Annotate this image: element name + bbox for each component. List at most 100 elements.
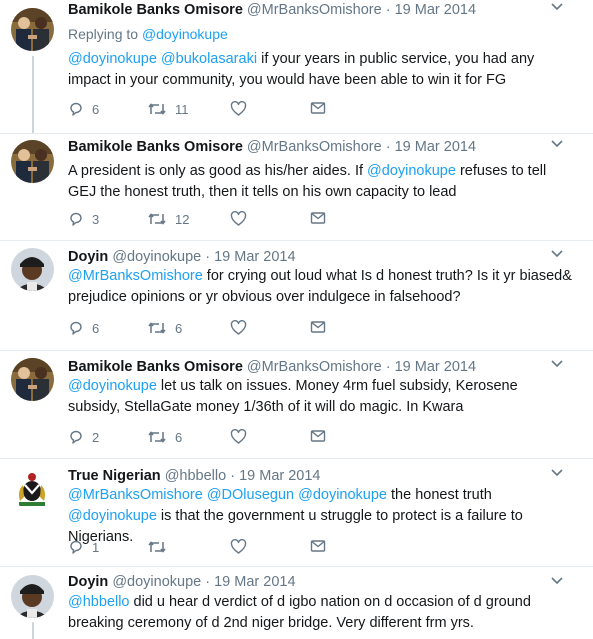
tweet-date[interactable]: 19 Mar 2014 xyxy=(395,139,476,155)
mention-link[interactable]: @doyinokupe xyxy=(68,51,157,67)
tweet[interactable]: True Nigerian @hbbello · 19 Mar 2014 @Mr… xyxy=(0,466,593,566)
tweet-text: @doyinokupe let us talk on issues. Money… xyxy=(68,376,573,418)
tweet-text-segment: did u hear d verdict of d igbo nation on… xyxy=(68,594,531,631)
like-button[interactable] xyxy=(230,320,247,336)
avatar[interactable] xyxy=(11,8,54,51)
mention-link[interactable]: @doyinokupe xyxy=(68,508,157,524)
reply-button[interactable]: 1 xyxy=(68,539,99,555)
envelope-icon xyxy=(310,539,326,553)
heart-icon xyxy=(230,429,247,445)
retweet-icon xyxy=(147,211,167,227)
reply-icon xyxy=(68,101,84,117)
avatar[interactable] xyxy=(11,358,54,401)
retweet-button[interactable]: 12 xyxy=(147,211,189,227)
retweets-count: 12 xyxy=(175,211,190,227)
tweet[interactable]: Bamikole Banks Omisore @MrBanksOmishore … xyxy=(0,0,593,133)
tweet-text: @MrBanksOmishore for crying out loud wha… xyxy=(68,266,573,308)
tweet[interactable]: Bamikole Banks Omisore @MrBanksOmishore … xyxy=(0,137,593,237)
retweet-button[interactable]: 11 xyxy=(147,101,189,117)
tweet-date[interactable]: 19 Mar 2014 xyxy=(214,574,295,590)
reply-button[interactable]: 6 xyxy=(68,101,99,117)
mention-link[interactable]: @doyinokupe xyxy=(367,163,456,179)
avatar[interactable] xyxy=(11,467,54,510)
replying-to: Replying to @doyinokupe xyxy=(68,26,228,42)
reply-icon xyxy=(68,429,84,445)
retweet-button[interactable] xyxy=(147,539,167,555)
author-handle[interactable]: @MrBanksOmishore xyxy=(247,2,382,18)
separator: · xyxy=(381,2,395,18)
retweets-count: 6 xyxy=(175,429,183,445)
reply-button[interactable]: 6 xyxy=(68,320,99,336)
retweets-count: 6 xyxy=(175,320,183,336)
retweet-icon xyxy=(147,320,167,336)
tweet-text: A president is only as good as his/her a… xyxy=(68,161,573,203)
avatar[interactable] xyxy=(11,140,54,183)
tweet-text-segment: A president is only as good as his/her a… xyxy=(68,163,368,179)
replies-count: 1 xyxy=(92,539,100,555)
mention-link[interactable]: @MrBanksOmishore xyxy=(68,487,203,503)
author-handle[interactable]: @MrBanksOmishore xyxy=(247,139,382,155)
tweet[interactable]: Bamikole Banks Omisore @MrBanksOmishore … xyxy=(0,357,593,457)
mention-link[interactable]: @hbbello xyxy=(68,594,129,610)
mention-link[interactable]: @doyinokupe xyxy=(68,378,157,394)
author-handle[interactable]: @doyinokupe xyxy=(112,574,201,590)
tweet[interactable]: Doyin @doyinokupe · 19 Mar 2014 @MrBanks… xyxy=(0,247,593,352)
chevron-down-icon[interactable] xyxy=(551,576,563,586)
thread-line xyxy=(32,56,34,133)
reply-icon xyxy=(68,320,84,336)
chevron-down-icon[interactable] xyxy=(551,2,563,12)
tweet-date[interactable]: 19 Mar 2014 xyxy=(239,468,320,484)
like-button[interactable] xyxy=(230,539,247,555)
reply-icon xyxy=(68,539,84,555)
direct-message-button[interactable] xyxy=(310,320,326,334)
avatar[interactable] xyxy=(11,248,54,291)
like-button[interactable] xyxy=(230,429,247,445)
chevron-down-icon[interactable] xyxy=(551,139,563,149)
separator: · xyxy=(381,359,395,375)
tweet[interactable]: Doyin @doyinokupe · 19 Mar 2014 @hbbello… xyxy=(0,574,593,639)
reply-button[interactable]: 3 xyxy=(68,211,99,227)
tweet-text: @doyinokupe @bukolasaraki if your years … xyxy=(68,49,573,91)
tweet-actions: 6 11 xyxy=(68,101,368,119)
tweet-actions: 3 12 xyxy=(68,211,368,229)
separator: · xyxy=(201,574,215,590)
heart-icon xyxy=(230,211,247,227)
author-handle[interactable]: @hbbello xyxy=(165,468,226,484)
author-name[interactable]: Doyin xyxy=(68,249,108,265)
divider xyxy=(0,458,593,459)
like-button[interactable] xyxy=(230,101,247,117)
mention-link[interactable]: @bukolasaraki xyxy=(161,51,257,67)
direct-message-button[interactable] xyxy=(310,101,326,115)
retweet-icon xyxy=(147,101,167,117)
author-name[interactable]: Bamikole Banks Omisore xyxy=(68,359,243,375)
reply-button[interactable]: 2 xyxy=(68,429,99,445)
author-name[interactable]: Bamikole Banks Omisore xyxy=(68,2,243,18)
tweet-date[interactable]: 19 Mar 2014 xyxy=(395,359,476,375)
tweet-text: @hbbello did u hear d verdict of d igbo … xyxy=(68,592,573,634)
envelope-icon xyxy=(310,211,326,225)
direct-message-button[interactable] xyxy=(310,211,326,225)
like-button[interactable] xyxy=(230,211,247,227)
retweet-button[interactable]: 6 xyxy=(147,429,182,445)
author-name[interactable]: Doyin xyxy=(68,574,108,590)
author-handle[interactable]: @MrBanksOmishore xyxy=(247,359,382,375)
author-name[interactable]: True Nigerian xyxy=(68,468,161,484)
separator: · xyxy=(226,468,240,484)
chevron-down-icon[interactable] xyxy=(551,468,563,478)
chevron-down-icon[interactable] xyxy=(551,249,563,259)
replying-to-link[interactable]: @doyinokupe xyxy=(142,26,228,42)
tweet-date[interactable]: 19 Mar 2014 xyxy=(395,2,476,18)
chevron-down-icon[interactable] xyxy=(551,359,563,369)
retweet-button[interactable]: 6 xyxy=(147,320,182,336)
direct-message-button[interactable] xyxy=(310,429,326,443)
mention-link[interactable]: @DOlusegun xyxy=(207,487,294,503)
direct-message-button[interactable] xyxy=(310,539,326,553)
reply-icon xyxy=(68,211,84,227)
mention-link[interactable]: @doyinokupe xyxy=(298,487,387,503)
tweet-date[interactable]: 19 Mar 2014 xyxy=(214,249,295,265)
author-name[interactable]: Bamikole Banks Omisore xyxy=(68,139,243,155)
avatar[interactable] xyxy=(11,575,54,618)
mention-link[interactable]: @MrBanksOmishore xyxy=(68,268,203,284)
heart-icon xyxy=(230,101,247,117)
author-handle[interactable]: @doyinokupe xyxy=(112,249,201,265)
